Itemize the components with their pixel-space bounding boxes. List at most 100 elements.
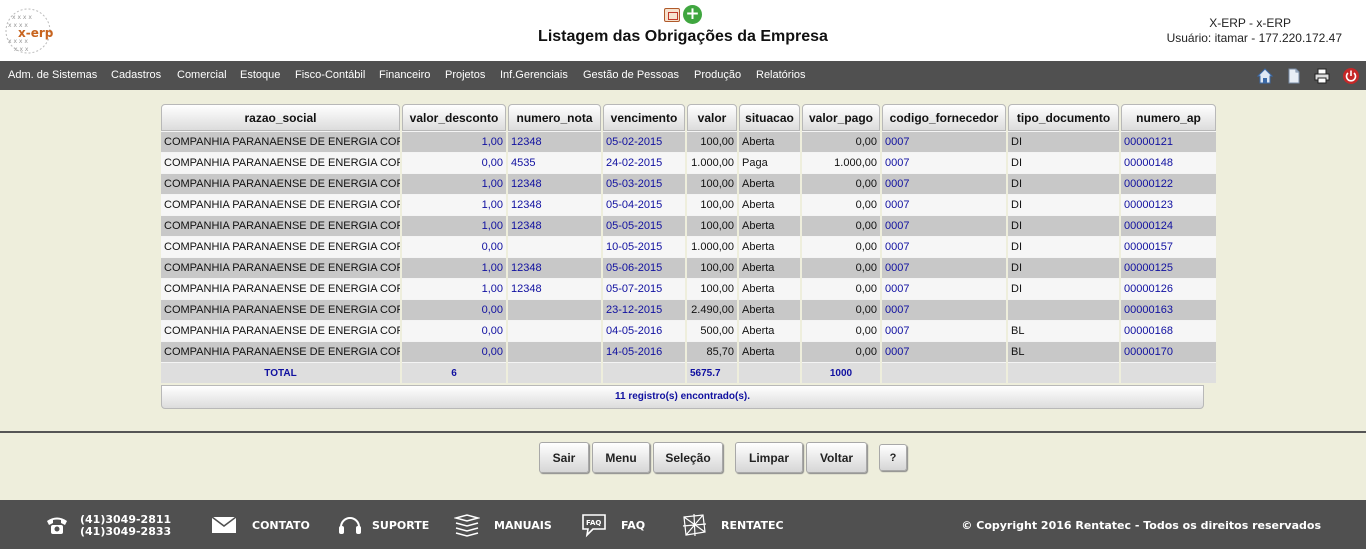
cell-codigo-fornecedor[interactable]: 0007 xyxy=(882,173,1006,194)
cell-numero-ap[interactable]: 00000148 xyxy=(1121,152,1216,173)
menu-comercial[interactable]: Comercial xyxy=(177,69,227,81)
suporte-link[interactable]: SUPORTE xyxy=(372,519,429,532)
voltar-button[interactable]: Voltar xyxy=(806,442,867,473)
cell-vencimento[interactable]: 14-05-2016 xyxy=(603,341,685,362)
cell-vencimento[interactable]: 05-02-2015 xyxy=(603,131,685,152)
limpar-button[interactable]: Limpar xyxy=(735,442,803,473)
cell-numero-ap[interactable]: 00000123 xyxy=(1121,194,1216,215)
col-tipo-documento[interactable]: tipo_documento xyxy=(1008,104,1119,131)
cell-codigo-fornecedor[interactable]: 0007 xyxy=(882,194,1006,215)
menu-button[interactable]: Menu xyxy=(592,442,650,473)
table-row[interactable]: COMPANHIA PARANAENSE DE ENERGIA COPEL 0,0… xyxy=(161,341,1216,362)
cell-valor-desconto[interactable]: 1,00 xyxy=(402,131,506,152)
cell-valor-desconto[interactable]: 0,00 xyxy=(402,236,506,257)
manuais-link[interactable]: MANUAIS xyxy=(494,519,552,532)
document-icon[interactable] xyxy=(1285,67,1303,85)
cell-valor-desconto[interactable]: 0,00 xyxy=(402,299,506,320)
cell-vencimento[interactable]: 05-06-2015 xyxy=(603,257,685,278)
table-row[interactable]: COMPANHIA PARANAENSE DE ENERGIA COPEL 1,0… xyxy=(161,194,1216,215)
sair-button[interactable]: Sair xyxy=(539,442,589,473)
cell-valor-desconto[interactable]: 1,00 xyxy=(402,278,506,299)
cell-vencimento[interactable]: 10-05-2015 xyxy=(603,236,685,257)
cell-numero-nota[interactable]: 12348 xyxy=(508,215,601,236)
cell-numero-ap[interactable]: 00000170 xyxy=(1121,341,1216,362)
col-numero-nota[interactable]: numero_nota xyxy=(508,104,601,131)
cell-numero-ap[interactable]: 00000163 xyxy=(1121,299,1216,320)
menu-inf-gerenciais[interactable]: Inf.Gerenciais xyxy=(500,69,568,81)
cell-numero-nota[interactable] xyxy=(508,341,601,362)
faq-link[interactable]: FAQ xyxy=(621,519,645,532)
help-button[interactable]: ? xyxy=(879,444,907,471)
cell-numero-nota[interactable] xyxy=(508,299,601,320)
menu-cadastros[interactable]: Cadastros xyxy=(111,69,161,81)
cell-valor-desconto[interactable]: 1,00 xyxy=(402,194,506,215)
cell-numero-ap[interactable]: 00000124 xyxy=(1121,215,1216,236)
table-row[interactable]: COMPANHIA PARANAENSE DE ENERGIA COPEL 1,0… xyxy=(161,278,1216,299)
rentatec-link[interactable]: RENTATEC xyxy=(721,519,784,532)
selecao-button[interactable]: Seleção xyxy=(653,442,723,473)
table-row[interactable]: COMPANHIA PARANAENSE DE ENERGIA COPEL 1,0… xyxy=(161,215,1216,236)
table-row[interactable]: COMPANHIA PARANAENSE DE ENERGIA COPEL 0,0… xyxy=(161,299,1216,320)
col-valor-pago[interactable]: valor_pago xyxy=(802,104,880,131)
cell-codigo-fornecedor[interactable]: 0007 xyxy=(882,320,1006,341)
print-icon[interactable] xyxy=(1313,67,1331,85)
cell-valor-desconto[interactable]: 0,00 xyxy=(402,320,506,341)
menu-adm-sistemas[interactable]: Adm. de Sistemas xyxy=(8,69,97,81)
cell-codigo-fornecedor[interactable]: 0007 xyxy=(882,257,1006,278)
table-row[interactable]: COMPANHIA PARANAENSE DE ENERGIA COPEL 1,0… xyxy=(161,257,1216,278)
cell-numero-nota[interactable]: 12348 xyxy=(508,131,601,152)
books-icon[interactable] xyxy=(454,512,480,538)
cell-numero-nota[interactable]: 12348 xyxy=(508,173,601,194)
menu-projetos[interactable]: Projetos xyxy=(445,69,485,81)
col-valor-desconto[interactable]: valor_desconto xyxy=(402,104,506,131)
cell-numero-ap[interactable]: 00000168 xyxy=(1121,320,1216,341)
cell-numero-ap[interactable]: 00000122 xyxy=(1121,173,1216,194)
cell-vencimento[interactable]: 23-12-2015 xyxy=(603,299,685,320)
cell-codigo-fornecedor[interactable]: 0007 xyxy=(882,341,1006,362)
cell-vencimento[interactable]: 24-02-2015 xyxy=(603,152,685,173)
cell-codigo-fornecedor[interactable]: 0007 xyxy=(882,152,1006,173)
menu-producao[interactable]: Produção xyxy=(694,69,741,81)
menu-relatorios[interactable]: Relatórios xyxy=(756,69,806,81)
cell-numero-nota[interactable] xyxy=(508,236,601,257)
cell-numero-nota[interactable]: 4535 xyxy=(508,152,601,173)
cell-vencimento[interactable]: 05-03-2015 xyxy=(603,173,685,194)
menu-financeiro[interactable]: Financeiro xyxy=(379,69,430,81)
cell-valor-desconto[interactable]: 0,00 xyxy=(402,341,506,362)
cell-numero-ap[interactable]: 00000126 xyxy=(1121,278,1216,299)
cell-valor-desconto[interactable]: 1,00 xyxy=(402,257,506,278)
cell-numero-ap[interactable]: 00000125 xyxy=(1121,257,1216,278)
faq-icon[interactable]: FAQ xyxy=(581,512,607,538)
menu-fisco-contabil[interactable]: Fisco-Contábil xyxy=(295,69,365,81)
col-vencimento[interactable]: vencimento xyxy=(603,104,685,131)
table-row[interactable]: COMPANHIA PARANAENSE DE ENERGIA COPEL 0,0… xyxy=(161,320,1216,341)
col-codigo-fornecedor[interactable]: codigo_fornecedor xyxy=(882,104,1006,131)
cell-codigo-fornecedor[interactable]: 0007 xyxy=(882,131,1006,152)
col-valor[interactable]: valor xyxy=(687,104,737,131)
cell-vencimento[interactable]: 04-05-2016 xyxy=(603,320,685,341)
cell-valor-desconto[interactable]: 1,00 xyxy=(402,215,506,236)
cell-codigo-fornecedor[interactable]: 0007 xyxy=(882,215,1006,236)
menu-gestao-pessoas[interactable]: Gestão de Pessoas xyxy=(583,69,679,81)
cell-vencimento[interactable]: 05-07-2015 xyxy=(603,278,685,299)
col-numero-ap[interactable]: numero_ap xyxy=(1121,104,1216,131)
cell-codigo-fornecedor[interactable]: 0007 xyxy=(882,236,1006,257)
mail-icon[interactable] xyxy=(211,512,237,538)
table-row[interactable]: COMPANHIA PARANAENSE DE ENERGIA COPEL 0,0… xyxy=(161,152,1216,173)
cell-numero-nota[interactable]: 12348 xyxy=(508,278,601,299)
cell-valor-desconto[interactable]: 1,00 xyxy=(402,173,506,194)
cell-numero-ap[interactable]: 00000157 xyxy=(1121,236,1216,257)
home-icon[interactable] xyxy=(1256,67,1274,85)
cell-codigo-fornecedor[interactable]: 0007 xyxy=(882,299,1006,320)
table-row[interactable]: COMPANHIA PARANAENSE DE ENERGIA COPEL 1,0… xyxy=(161,131,1216,152)
cell-numero-nota[interactable] xyxy=(508,320,601,341)
excel-export-icon[interactable] xyxy=(664,8,680,22)
add-icon[interactable]: + xyxy=(683,5,702,24)
cell-vencimento[interactable]: 05-05-2015 xyxy=(603,215,685,236)
cell-numero-ap[interactable]: 00000121 xyxy=(1121,131,1216,152)
cell-valor-desconto[interactable]: 0,00 xyxy=(402,152,506,173)
cell-numero-nota[interactable]: 12348 xyxy=(508,257,601,278)
col-situacao[interactable]: situacao xyxy=(739,104,800,131)
headset-icon[interactable] xyxy=(337,512,363,538)
table-row[interactable]: COMPANHIA PARANAENSE DE ENERGIA COPEL 0,0… xyxy=(161,236,1216,257)
